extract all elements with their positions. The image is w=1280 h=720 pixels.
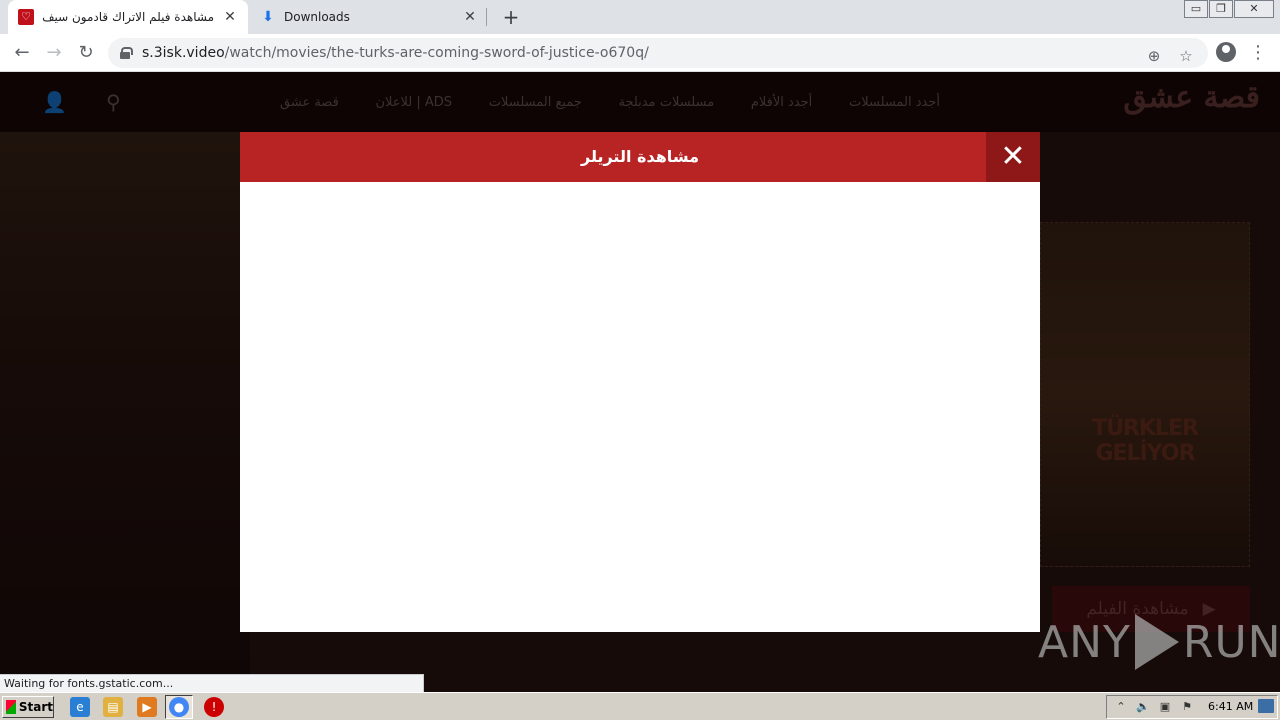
address-bar[interactable]: s.3isk.video/watch/movies/the-turks-are-… — [108, 38, 1208, 68]
url-path: /watch/movies/the-turks-are-coming-sword… — [224, 45, 649, 61]
watermark-left: ANY — [1038, 616, 1131, 668]
volume-icon[interactable]: 🔈 — [1135, 699, 1151, 715]
browser-toolbar: ← → ↻ s.3isk.video/watch/movies/the-turk… — [0, 34, 1280, 72]
modal-title: مشاهدة التريلر — [580, 147, 699, 166]
windows-logo-icon — [6, 700, 16, 714]
antivirus-icon[interactable]: ! — [204, 697, 224, 717]
show-desktop-icon[interactable] — [1258, 699, 1274, 713]
modal-header: مشاهدة التريلر ✕ — [240, 132, 1040, 182]
folder-icon[interactable]: ▤ — [103, 697, 123, 717]
menu-dots-icon[interactable]: ⋮ — [1248, 42, 1268, 64]
profile-icon[interactable] — [1216, 42, 1236, 62]
tab-strip: ♡ مشاهدة فيلم الاتراك قادمون سيف الع ✕ ⬇… — [0, 0, 1280, 34]
close-modal-button[interactable]: ✕ — [986, 132, 1040, 182]
status-bubble: Waiting for fonts.gstatic.com... — [0, 674, 424, 693]
url-text: s.3isk.video/watch/movies/the-turks-are-… — [142, 45, 649, 61]
restore-button[interactable]: ❐ — [1209, 0, 1233, 18]
back-arrow-icon[interactable]: ← — [10, 41, 34, 65]
tab-close-icon[interactable]: ✕ — [462, 9, 478, 25]
minimize-button[interactable]: ▭ — [1184, 0, 1208, 18]
start-button[interactable]: Start — [2, 696, 54, 718]
close-window-button[interactable]: ✕ — [1234, 0, 1274, 18]
chrome-icon: ● — [169, 697, 189, 717]
new-tab-button[interactable]: + — [499, 5, 523, 29]
anyrun-watermark: ANY RUN — [1038, 610, 1280, 674]
media-player-icon[interactable]: ▶ — [137, 697, 157, 717]
windows-taskbar: Start e ▤ ▶ ● ! ⌃ 🔈 ▣ ⚑ 6:41 AM — [0, 692, 1280, 720]
network-icon[interactable]: ▣ — [1157, 699, 1173, 715]
zoom-icon[interactable]: ⊕ — [1144, 47, 1164, 65]
download-icon: ⬇ — [262, 9, 274, 25]
bookmark-star-icon[interactable]: ☆ — [1176, 47, 1196, 65]
tab-title: مشاهدة فيلم الاتراك قادمون سيف الع — [42, 10, 214, 24]
tray-expand-icon[interactable]: ⌃ — [1113, 699, 1129, 715]
trailer-modal: مشاهدة التريلر ✕ — [240, 132, 1040, 632]
watermark-play-icon — [1134, 614, 1179, 670]
url-host: s.3isk.video — [142, 45, 225, 61]
tab-downloads[interactable]: ⬇ Downloads ✕ — [250, 0, 488, 34]
tab-title: Downloads — [284, 10, 350, 24]
tab-active[interactable]: ♡ مشاهدة فيلم الاتراك قادمون سيف الع ✕ — [8, 0, 248, 34]
start-label: Start — [18, 700, 53, 714]
site-favicon-icon: ♡ — [18, 9, 34, 25]
flag-icon[interactable]: ⚑ — [1179, 699, 1195, 715]
clock[interactable]: 6:41 AM — [1208, 700, 1253, 713]
watermark-right: RUN — [1182, 616, 1280, 668]
tab-close-icon[interactable]: ✕ — [222, 9, 238, 25]
lock-icon[interactable] — [120, 47, 133, 59]
reload-icon[interactable]: ↻ — [74, 41, 98, 65]
tab-separator — [486, 8, 487, 26]
forward-arrow-icon[interactable]: → — [42, 41, 66, 65]
ie-icon[interactable]: e — [70, 697, 90, 717]
